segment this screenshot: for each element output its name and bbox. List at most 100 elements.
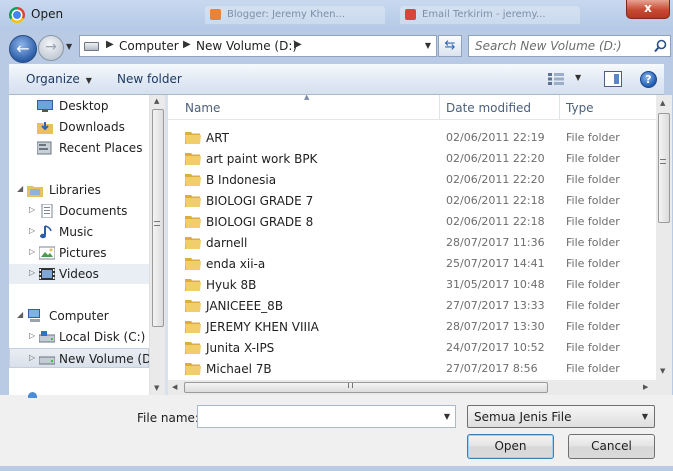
column-header-type[interactable]: Type [566,101,594,115]
folder-icon [185,132,201,144]
table-row[interactable]: BIOLOGI GRADE 8 02/06/2011 22:18 File fold… [168,211,656,232]
table-row[interactable]: darnell 28/07/2017 11:36 File folder [168,232,656,253]
scroll-down-icon[interactable]: ▼ [660,367,665,375]
search-icon[interactable] [654,39,667,53]
file-type: File folder [566,131,620,144]
file-list-vertical-scrollbar[interactable]: ▲ ▼ [656,95,672,380]
table-row[interactable]: Hyuk 8B 31/05/2017 10:48 File folder [168,274,656,295]
cancel-button[interactable]: Cancel [568,434,655,459]
scrollbar-thumb[interactable] [184,382,548,393]
column-divider[interactable] [559,95,560,120]
sidebar-item-documents[interactable]: ▷ Documents [9,201,149,221]
scroll-up-icon[interactable]: ▲ [660,99,665,107]
recent-locations-chevron-down-icon[interactable]: ▼ [66,42,72,51]
table-row[interactable]: Junita X-IPS 24/07/2017 10:52 File folder [168,337,656,358]
table-row[interactable]: JANICEEE_8B 27/07/2017 13:33 File folder [168,295,656,316]
sidebar-item-new-volume[interactable]: ▷ New Volume (D:) [9,348,149,368]
column-divider[interactable] [439,95,440,120]
address-chevron-down-icon[interactable]: ▼ [425,41,431,50]
scrollbar-grip-icon [660,159,666,164]
sidebar-item-downloads[interactable]: Downloads [9,117,149,137]
libraries-icon [27,186,43,197]
scroll-left-icon[interactable]: ◀ [172,383,177,391]
sidebar-item-videos[interactable]: ▷ Videos [9,264,149,284]
folder-icon [185,321,201,333]
expanded-chevron-icon[interactable]: ◢ [17,184,23,193]
sidebar-item-label: Local Disk (C:) [59,330,146,344]
chevron-down-icon: ▼ [85,76,92,85]
breadcrumb-separator-icon[interactable]: ▶ [294,39,302,50]
file-name-chevron-down-icon[interactable]: ▼ [444,412,450,421]
table-row[interactable]: ART 02/06/2011 22:19 File folder [168,127,656,148]
folder-icon [185,174,201,186]
refresh-button[interactable]: ⇆ [438,35,462,57]
table-row[interactable]: art paint work BPK 02/06/2011 22:20 File f… [168,148,656,169]
scrollbar-thumb[interactable] [658,113,670,223]
collapsed-chevron-icon[interactable]: ▷ [29,226,35,235]
scroll-up-icon[interactable]: ▲ [154,97,159,105]
organize-menu[interactable]: Organize ▼ [26,72,92,86]
breadcrumb-new-volume[interactable]: New Volume (D:) [196,39,297,53]
network-icon [28,392,37,398]
search-box[interactable] [468,35,671,57]
sidebar-item-label: Videos [59,267,99,281]
sidebar-item-libraries[interactable]: ◢ Libraries [9,180,149,200]
table-row[interactable]: JEREMY KHEN VIIIA 28/07/2017 13:30 File fo… [168,316,656,337]
collapsed-chevron-icon[interactable]: ▷ [29,268,35,277]
file-date-modified: 31/05/2017 10:48 [446,278,545,291]
file-name: Michael 7B [206,362,272,376]
preview-pane-icon[interactable] [604,71,622,87]
help-button[interactable]: ? [640,71,657,88]
scrollbar-corner [656,380,672,395]
file-name-input[interactable] [201,409,431,424]
breadcrumb-computer[interactable]: Computer [119,39,179,53]
chrome-app-icon [9,7,25,23]
file-type-select[interactable]: Semua Jenis File ▼ [467,405,655,428]
drive-icon [39,356,55,365]
command-bar: Organize ▼ New folder ▼ ? [9,64,664,95]
sidebar-item-desktop[interactable]: Desktop [9,96,149,116]
file-date-modified: 02/06/2011 22:20 [446,152,545,165]
navigation-pane-scrollbar[interactable]: ▲ ▼ [149,95,165,395]
collapsed-chevron-icon[interactable]: ▷ [29,353,35,362]
change-view-button[interactable]: ▼ [548,71,590,89]
folder-icon [185,363,201,375]
column-header-name[interactable]: Name [185,101,220,115]
new-folder-button[interactable]: New folder [117,72,182,86]
expanded-chevron-icon[interactable]: ◢ [17,310,23,319]
file-date-modified: 28/07/2017 13:30 [446,320,545,333]
scrollbar-grip-icon [348,383,353,388]
collapsed-chevron-icon[interactable]: ▷ [29,331,35,340]
search-input[interactable] [475,38,651,54]
background-tab-label: Blogger: Jeremy Khen... [227,9,345,20]
file-date-modified: 02/06/2011 22:20 [446,173,545,186]
folder-icon [185,195,201,207]
scrollbar-thumb[interactable] [152,109,164,327]
file-name-combo[interactable]: ▼ [197,405,456,428]
folder-icon [185,153,201,165]
table-row[interactable]: BIOLOGI GRADE 7 02/06/2011 22:18 File fold… [168,190,656,211]
breadcrumb-separator-icon[interactable]: ▶ [183,39,191,50]
breadcrumb-separator-icon[interactable]: ▶ [106,39,114,50]
sidebar-item-music[interactable]: ▷ Music [9,222,149,242]
address-bar[interactable]: ▶ Computer ▶ New Volume (D:) ▶ ▼ [79,35,437,57]
collapsed-chevron-icon[interactable]: ▷ [29,247,35,256]
sidebar-item-recent-places[interactable]: Recent Places [9,138,149,158]
forward-button[interactable]: → [38,35,64,61]
scroll-down-icon[interactable]: ▼ [154,384,159,392]
file-list[interactable]: ▲ Name Date modified Type ART 02/06/2011 … [168,95,656,380]
sidebar-item-pictures[interactable]: ▷ Pictures [9,243,149,263]
column-header-date-modified[interactable]: Date modified [446,101,531,115]
file-list-horizontal-scrollbar[interactable]: ◀ ▶ [168,380,656,395]
open-button[interactable]: Open [467,434,554,459]
table-row[interactable]: Michael 7B 27/07/2017 8:56 File folder [168,358,656,379]
table-row[interactable]: enda xii-a 25/07/2017 14:41 File folder [168,253,656,274]
close-button[interactable]: x [626,0,670,19]
scroll-right-icon[interactable]: ▶ [643,383,648,391]
sidebar-item-computer[interactable]: ◢ Computer [9,306,149,326]
sidebar-item-local-disk[interactable]: ▷ Local Disk (C:) [9,327,149,347]
navigation-pane[interactable]: Desktop Downloads Recent Places ◢ Librar… [9,95,149,395]
collapsed-chevron-icon[interactable]: ▷ [29,205,35,214]
back-button[interactable]: ← [9,35,37,63]
table-row[interactable]: B Indonesia 02/06/2011 22:20 File folder [168,169,656,190]
